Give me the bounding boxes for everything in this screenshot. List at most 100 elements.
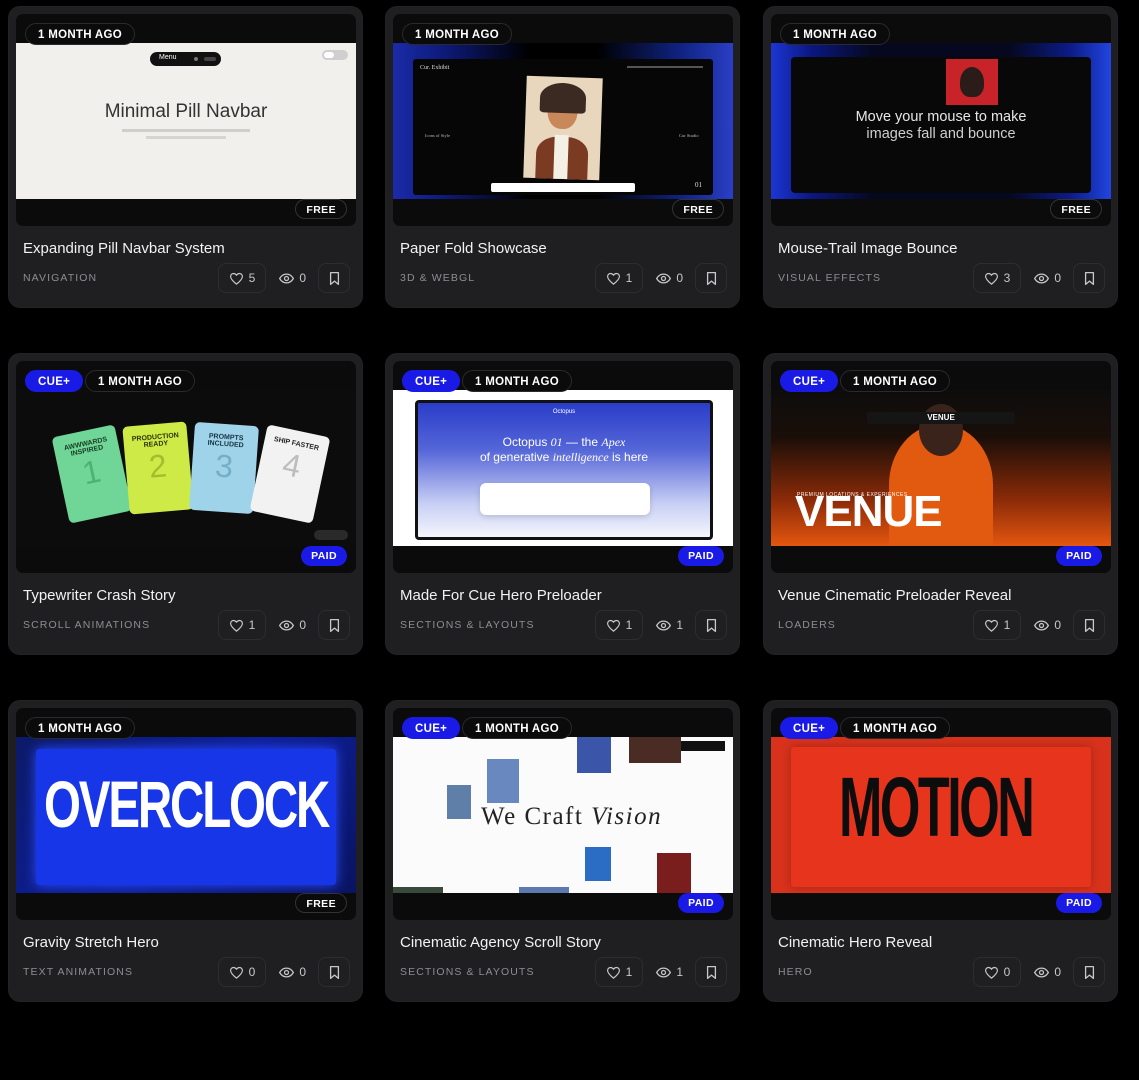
preview-screen: AWWWARDS INSPIRED 1 PRODUCTION READY 2 P… xyxy=(16,390,356,546)
component-card[interactable]: Menu Minimal Pill Navbar 1 MONTH AGO FRE… xyxy=(8,6,363,308)
card-preview[interactable]: Octopus Octopus 01 — the Apex of generat… xyxy=(393,361,733,573)
card-title[interactable]: Expanding Pill Navbar System xyxy=(23,240,225,257)
cue-plus-badge: CUE+ xyxy=(25,370,84,392)
like-count: 3 xyxy=(1003,271,1011,285)
card-preview[interactable]: Cur. Exhibit Icons of Style Cur Studio 0… xyxy=(393,14,733,226)
bookmark-icon xyxy=(1084,271,1095,285)
preview-word: OVERCLOCK xyxy=(44,767,330,841)
card-stats: 1 0 xyxy=(594,263,727,293)
preview-line-1: Move your mouse to make xyxy=(855,109,1027,125)
like-button[interactable]: 1 xyxy=(972,610,1022,640)
card-preview[interactable]: Menu Minimal Pill Navbar 1 MONTH AGO FRE… xyxy=(16,14,356,226)
card-preview[interactable]: Move your mouse to make images fall and … xyxy=(771,14,1111,226)
bookmark-button[interactable] xyxy=(695,957,727,987)
component-card[interactable]: OVERCLOCK 1 MONTH AGO FREE Gravity Stret… xyxy=(8,700,363,1002)
component-card[interactable]: Octopus Octopus 01 — the Apex of generat… xyxy=(385,353,740,655)
preview-card-3: PROMPTS INCLUDED 3 xyxy=(189,421,259,515)
bookmark-icon xyxy=(706,618,717,632)
bookmark-button[interactable] xyxy=(318,263,350,293)
plan-badge: FREE xyxy=(1050,199,1102,219)
card-preview[interactable]: VENUE PREMIUM LOCATIONS & EXPERIENCES VE… xyxy=(771,361,1111,573)
cue-plus-badge: CUE+ xyxy=(780,370,839,392)
card-title[interactable]: Paper Fold Showcase xyxy=(400,240,547,257)
preview-screen: Octopus Octopus 01 — the Apex of generat… xyxy=(393,390,733,546)
card-category[interactable]: SECTIONS & LAYOUTS xyxy=(400,966,535,978)
plan-badge: PAID xyxy=(678,546,724,566)
preview-portrait xyxy=(523,75,603,181)
component-card[interactable]: VENUE PREMIUM LOCATIONS & EXPERIENCES VE… xyxy=(763,353,1118,655)
bookmark-button[interactable] xyxy=(1073,263,1105,293)
card-stats: 1 1 xyxy=(594,610,727,640)
card-title[interactable]: Made For Cue Hero Preloader xyxy=(400,587,602,604)
bookmark-button[interactable] xyxy=(318,957,350,987)
time-badge: 1 MONTH AGO xyxy=(25,23,136,45)
preview-photo xyxy=(946,59,998,105)
card-category[interactable]: LOADERS xyxy=(778,619,836,631)
preview-window: Octopus Octopus 01 — the Apex of generat… xyxy=(415,400,713,540)
preview-card-4: SHIP FASTER 4 xyxy=(249,424,331,524)
view-stat: 1 xyxy=(656,965,683,979)
component-card[interactable]: We Craft Vision CUE+ 1 MONTH AGO PAID Ci… xyxy=(385,700,740,1002)
heart-icon xyxy=(229,966,244,979)
like-button[interactable]: 0 xyxy=(217,957,267,987)
card-preview[interactable]: We Craft Vision CUE+ 1 MONTH AGO PAID xyxy=(393,708,733,920)
like-button[interactable]: 1 xyxy=(217,610,267,640)
card-category[interactable]: TEXT ANIMATIONS xyxy=(23,966,133,978)
card-title[interactable]: Gravity Stretch Hero xyxy=(23,934,159,951)
card-title[interactable]: Mouse-Trail Image Bounce xyxy=(778,240,958,257)
preview-page-number: 01 xyxy=(695,181,702,189)
like-count: 1 xyxy=(625,618,633,632)
time-badge: 1 MONTH AGO xyxy=(780,23,891,45)
card-title[interactable]: Cinematic Agency Scroll Story xyxy=(400,934,601,951)
eye-icon xyxy=(1034,619,1050,631)
eye-icon xyxy=(1034,272,1050,284)
preview-line-2: images fall and bounce xyxy=(866,126,1016,142)
card-preview[interactable]: AWWWARDS INSPIRED 1 PRODUCTION READY 2 P… xyxy=(16,361,356,573)
card-category[interactable]: VISUAL EFFECTS xyxy=(778,272,881,284)
preview-screen: Cur. Exhibit Icons of Style Cur Studio 0… xyxy=(393,43,733,199)
like-button[interactable]: 5 xyxy=(217,263,267,293)
card-category[interactable]: HERO xyxy=(778,966,813,978)
bookmark-button[interactable] xyxy=(318,610,350,640)
like-button[interactable]: 3 xyxy=(972,263,1022,293)
card-title[interactable]: Typewriter Crash Story xyxy=(23,587,176,604)
bookmark-icon xyxy=(706,965,717,979)
component-card[interactable]: Cur. Exhibit Icons of Style Cur Studio 0… xyxy=(385,6,740,308)
bookmark-button[interactable] xyxy=(1073,610,1105,640)
card-category[interactable]: SCROLL ANIMATIONS xyxy=(23,619,150,631)
bookmark-button[interactable] xyxy=(1073,957,1105,987)
component-card[interactable]: AWWWARDS INSPIRED 1 PRODUCTION READY 2 P… xyxy=(8,353,363,655)
like-button[interactable]: 1 xyxy=(594,263,644,293)
like-button[interactable]: 1 xyxy=(594,610,644,640)
bookmark-button[interactable] xyxy=(695,263,727,293)
card-category[interactable]: 3D & WEBGL xyxy=(400,272,475,284)
like-count: 1 xyxy=(625,965,633,979)
time-badge: 1 MONTH AGO xyxy=(840,717,951,739)
plan-badge: PAID xyxy=(1056,893,1102,913)
like-count: 1 xyxy=(625,271,633,285)
card-category[interactable]: NAVIGATION xyxy=(23,272,97,284)
like-count: 1 xyxy=(248,618,256,632)
component-card[interactable]: Move your mouse to make images fall and … xyxy=(763,6,1118,308)
card-preview[interactable]: MOTION CUE+ 1 MONTH AGO PAID xyxy=(771,708,1111,920)
like-button[interactable]: 0 xyxy=(972,957,1022,987)
time-badge: 1 MONTH AGO xyxy=(840,370,951,392)
bookmark-button[interactable] xyxy=(695,610,727,640)
preview-prompt-box xyxy=(480,483,650,515)
view-count: 0 xyxy=(676,271,683,285)
card-title[interactable]: Cinematic Hero Reveal xyxy=(778,934,932,951)
like-button[interactable]: 1 xyxy=(594,957,644,987)
preview-toggle xyxy=(322,50,348,60)
heart-icon xyxy=(984,619,999,632)
card-stats: 3 0 xyxy=(972,263,1105,293)
preview-brand: Cur. Exhibit xyxy=(420,65,450,71)
component-card[interactable]: MOTION CUE+ 1 MONTH AGO PAID Cinematic H… xyxy=(763,700,1118,1002)
time-badge: 1 MONTH AGO xyxy=(85,370,196,392)
card-category[interactable]: SECTIONS & LAYOUTS xyxy=(400,619,535,631)
like-count: 1 xyxy=(1003,618,1011,632)
card-title[interactable]: Venue Cinematic Preloader Reveal xyxy=(778,587,1011,604)
card-preview[interactable]: OVERCLOCK 1 MONTH AGO FREE xyxy=(16,708,356,920)
view-stat: 0 xyxy=(279,965,306,979)
preview-screen: VENUE PREMIUM LOCATIONS & EXPERIENCES VE… xyxy=(771,390,1111,546)
eye-icon xyxy=(656,619,672,631)
